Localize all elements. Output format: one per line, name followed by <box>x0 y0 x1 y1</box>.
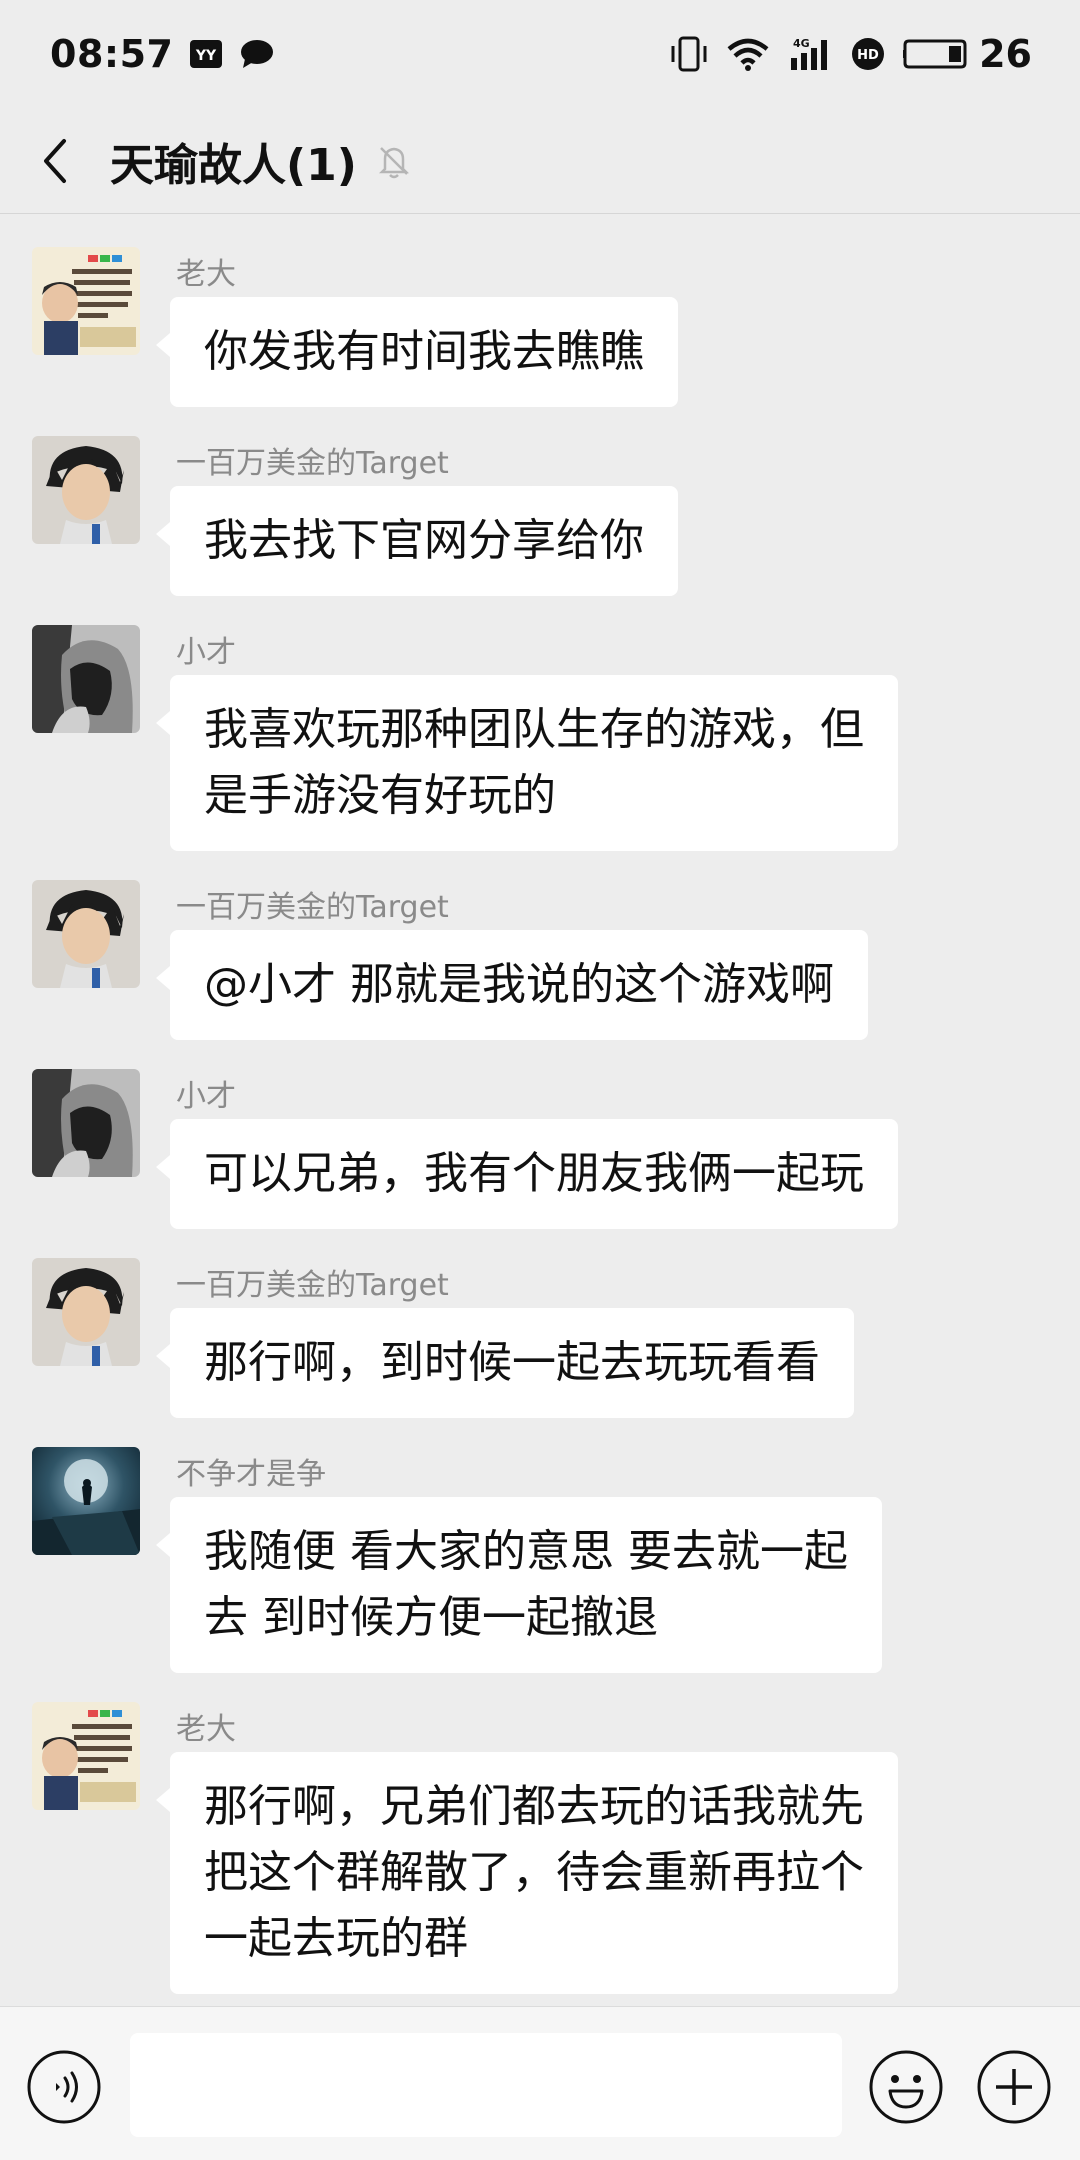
sender-name: 老大 <box>176 257 236 292</box>
avatar[interactable] <box>32 247 140 355</box>
sender-name: 小才 <box>176 1079 236 1114</box>
signal-icon: 4G <box>787 36 833 72</box>
target-avatar <box>32 1258 140 1366</box>
message-text: 去 到时候方便一起撤退 <box>204 1592 658 1643</box>
message-bubble[interactable]: 我喜欢玩那种团队生存的游戏，但 是手游没有好玩的 <box>156 675 898 851</box>
sender-name: 不争才是争 <box>176 1457 326 1492</box>
yy-app-icon: YY <box>189 39 223 69</box>
message-bubble[interactable]: 那行啊，兄弟们都去玩的话我就先 把这个群解散了，待会重新再拉个 一起去玩的群 <box>156 1752 898 1994</box>
message-text: 我喜欢玩那种团队生存的游戏，但 <box>204 704 864 755</box>
message-text: 那行啊，到时候一起去玩玩看看 <box>204 1337 820 1388</box>
back-arrow-icon <box>44 138 66 183</box>
target-avatar <box>32 880 140 988</box>
message-bubble[interactable]: 你发我有时间我去瞧瞧 <box>156 297 678 407</box>
status-bar: 08:57 YY 4G HD 26 <box>0 0 1080 108</box>
mute-bell-icon <box>375 142 413 180</box>
message-text: 我去找下官网分享给你 <box>204 515 644 566</box>
input-bar <box>0 2006 1080 2160</box>
emoji-button[interactable] <box>868 2049 944 2129</box>
hd-icon: HD <box>851 37 885 71</box>
battery-level: 26 <box>979 32 1032 76</box>
battery-icon <box>903 38 969 70</box>
sender-name: 老大 <box>176 1712 236 1747</box>
plus-button[interactable] <box>976 2049 1052 2129</box>
svg-text:YY: YY <box>195 48 217 64</box>
sender-name: 一百万美金的Target <box>176 1268 449 1303</box>
avatar[interactable] <box>32 1447 140 1555</box>
message-text: 那行啊，兄弟们都去玩的话我就先 <box>204 1781 864 1832</box>
message-bubble[interactable]: 可以兄弟，我有个朋友我俩一起玩 <box>156 1119 898 1229</box>
message-text: 是手游没有好玩的 <box>204 770 556 821</box>
status-left: 08:57 YY <box>50 32 275 76</box>
sender-name: 一百万美金的Target <box>176 446 449 481</box>
message-text: 把这个群解散了，待会重新再拉个 <box>204 1847 864 1898</box>
wifi-icon <box>727 37 769 71</box>
chat-header: 天瑜故人(1) <box>0 108 1080 214</box>
avatar[interactable] <box>32 1702 140 1810</box>
avatar[interactable] <box>32 880 140 988</box>
message-bubble[interactable]: @小才 那就是我说的这个游戏啊 <box>156 930 868 1040</box>
target-avatar <box>32 436 140 544</box>
message-bubble[interactable]: 我去找下官网分享给你 <box>156 486 678 596</box>
sender-name: 小才 <box>176 635 236 670</box>
network-type: 4G <box>793 37 810 50</box>
avatar[interactable] <box>32 625 140 733</box>
status-right: 4G HD 26 <box>651 32 1032 76</box>
xiaocai-avatar <box>32 625 140 733</box>
message-text: @小才 那就是我说的这个游戏啊 <box>204 959 834 1010</box>
back-button[interactable] <box>0 108 110 214</box>
chat-bubble-icon <box>239 39 275 69</box>
avatar[interactable] <box>32 436 140 544</box>
laoda-avatar <box>32 247 140 355</box>
message-input[interactable] <box>130 2033 842 2137</box>
avatar[interactable] <box>32 1258 140 1366</box>
voice-button[interactable] <box>26 2049 102 2129</box>
voice-icon <box>27 2050 101 2124</box>
svg-text:HD: HD <box>857 48 879 63</box>
status-time: 08:57 <box>50 32 174 76</box>
laoda-avatar <box>32 1702 140 1810</box>
chat-title: 天瑜故人(1) <box>110 139 357 191</box>
message-bubble[interactable]: 那行啊，到时候一起去玩玩看看 <box>156 1308 854 1418</box>
emoji-icon <box>869 2050 943 2124</box>
message-text: 一起去玩的群 <box>204 1913 468 1964</box>
buzheng-avatar <box>32 1447 140 1555</box>
message-bubble[interactable]: 我随便 看大家的意思 要去就一起 去 到时候方便一起撤退 <box>156 1497 882 1673</box>
message-text: 你发我有时间我去瞧瞧 <box>204 326 644 377</box>
message-list[interactable]: 老大 你发我有时间我去瞧瞧 一百万美金的Target 我去找下官网分享给你 小才… <box>0 215 1080 2005</box>
avatar[interactable] <box>32 1069 140 1177</box>
sender-name: 一百万美金的Target <box>176 890 449 925</box>
message-text: 我随便 看大家的意思 要去就一起 <box>204 1526 848 1577</box>
xiaocai-avatar <box>32 1069 140 1177</box>
vibrate-icon <box>669 36 709 72</box>
plus-icon <box>977 2050 1051 2124</box>
message-text: 可以兄弟，我有个朋友我俩一起玩 <box>204 1148 864 1199</box>
